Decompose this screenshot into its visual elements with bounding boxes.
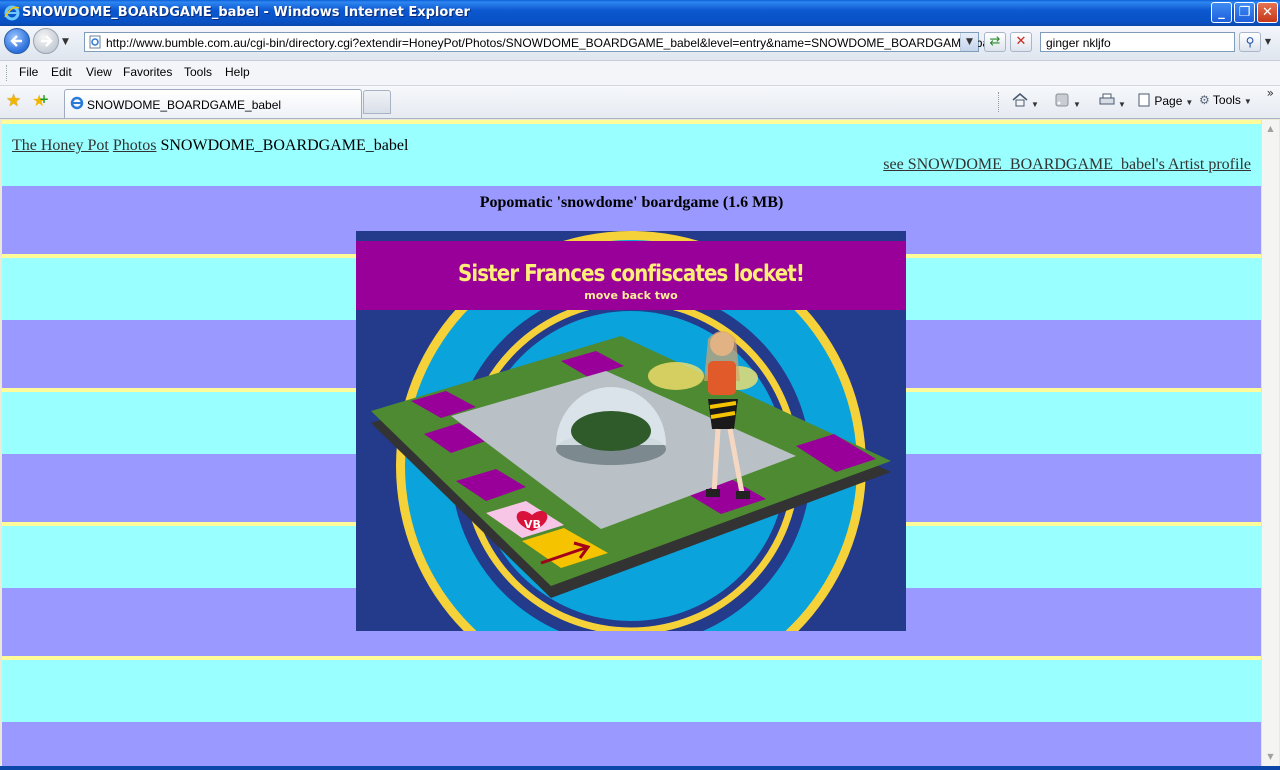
menu-edit[interactable]: Edit (51, 65, 72, 79)
search-icon: ⚲ (1245, 35, 1255, 49)
window-title: SNOWDOME_BOARDGAME_babel - Windows Inter… (22, 5, 470, 20)
minimize-button[interactable]: _ (1211, 2, 1232, 23)
breadcrumb: The Honey Pot Photos SNOWDOME_BOARDGAME_… (12, 137, 408, 155)
breadcrumb-current: SNOWDOME_BOARDGAME_babel (160, 137, 409, 154)
home-button[interactable]: ▼ (1012, 92, 1039, 110)
scroll-up-arrow-icon[interactable]: ▲ (1264, 122, 1277, 136)
print-button[interactable]: ▼ (1099, 93, 1126, 110)
vertical-scrollbar[interactable]: ▲ ▼ (1261, 120, 1279, 766)
tab-label: SNOWDOME_BOARDGAME_babel (87, 98, 282, 112)
refresh-icon: ⇄ (989, 34, 1001, 49)
image-caption: Popomatic 'snowdome' boardgame (1.6 MB) (479, 194, 784, 211)
heart-badge-text: VB (524, 518, 541, 531)
address-dropdown[interactable]: ▼ (960, 33, 978, 51)
search-input[interactable]: ginger nkljfo (1040, 32, 1235, 52)
page-icon (89, 35, 101, 49)
tools-menu-button[interactable]: ⚙ Tools ▼ (1199, 93, 1252, 107)
home-icon (1012, 92, 1028, 107)
favorites-star-icon[interactable]: ★ (6, 91, 21, 111)
menu-favorites[interactable]: Favorites (123, 65, 172, 79)
tab-bar: ★ ★ + SNOWDOME_BOARDGAME_babel ▼ ▼ ▼ Page… (0, 86, 1280, 119)
command-overflow-chevron[interactable]: » (1267, 86, 1274, 100)
new-tab-button[interactable] (363, 90, 391, 114)
restore-button[interactable]: ❐ (1234, 2, 1255, 23)
add-favorites-icon[interactable]: ★ + (32, 91, 49, 110)
search-options-dropdown[interactable]: ▼ (1262, 32, 1274, 52)
address-toolbar: ▼ http://www.bumble.com.au/cgi-bin/direc… (0, 26, 1280, 61)
menu-tools[interactable]: Tools (184, 65, 212, 79)
forward-button[interactable] (33, 28, 59, 54)
print-icon (1099, 93, 1115, 105)
command-separator (998, 92, 1001, 112)
artist-profile-link[interactable]: see SNOWDOME_BOARDGAME_babel's Artist pr… (883, 156, 1251, 174)
page-menu-label: Page (1154, 94, 1183, 108)
search-query: ginger nkljfo (1046, 36, 1111, 50)
page-menu-button[interactable]: Page ▼ (1137, 93, 1193, 108)
feeds-icon (1055, 93, 1069, 107)
window-bottom-border (0, 766, 1280, 770)
stop-button[interactable]: ✕ (1010, 32, 1032, 52)
menu-bar: File Edit View Favorites Tools Help (0, 61, 1280, 86)
back-button[interactable] (4, 28, 30, 54)
banner-subline: move back two (584, 289, 678, 302)
breadcrumb-link-photos[interactable]: Photos (113, 137, 157, 154)
menu-grip (6, 65, 9, 81)
close-button[interactable]: ✕ (1257, 2, 1278, 23)
menu-file[interactable]: File (19, 65, 38, 79)
scroll-down-arrow-icon[interactable]: ▼ (1264, 750, 1277, 764)
refresh-button[interactable]: ⇄ (984, 32, 1006, 52)
wing-left (648, 362, 704, 390)
ie-tab-icon (70, 96, 84, 110)
figure-top (708, 361, 736, 395)
back-arrow-icon (10, 35, 22, 47)
snowdome-tree (571, 411, 651, 451)
boardgame-image[interactable]: VB Sister Frances confiscates locket! mo… (356, 231, 906, 631)
search-button[interactable]: ⚲ (1239, 32, 1261, 52)
banner-headline: Sister Frances confiscates locket! (457, 261, 805, 287)
stop-icon: ✕ (1015, 34, 1027, 49)
feeds-button[interactable]: ▼ (1055, 93, 1081, 110)
address-url: http://www.bumble.com.au/cgi-bin/directo… (106, 36, 1006, 50)
figure-shoe-left (706, 489, 720, 497)
title-bar: SNOWDOME_BOARDGAME_babel - Windows Inter… (0, 0, 1280, 26)
tab-active[interactable]: SNOWDOME_BOARDGAME_babel (64, 89, 362, 118)
breadcrumb-link-honey-pot[interactable]: The Honey Pot (12, 137, 109, 154)
recent-pages-dropdown[interactable]: ▼ (62, 37, 69, 47)
image-banner: Sister Frances confiscates locket! move … (356, 241, 906, 310)
page-menu-icon (1138, 93, 1150, 107)
menu-view[interactable]: View (86, 65, 112, 79)
figure-shoe-right (736, 491, 750, 499)
page-viewport: The Honey Pot Photos SNOWDOME_BOARDGAME_… (2, 120, 1261, 766)
menu-help[interactable]: Help (225, 65, 250, 79)
address-field[interactable]: http://www.bumble.com.au/cgi-bin/directo… (84, 32, 1005, 52)
tools-gear-icon: ⚙ (1199, 93, 1210, 107)
tools-menu-label: Tools (1212, 93, 1241, 107)
ie-logo-icon (4, 5, 20, 21)
forward-arrow-icon (41, 35, 53, 47)
